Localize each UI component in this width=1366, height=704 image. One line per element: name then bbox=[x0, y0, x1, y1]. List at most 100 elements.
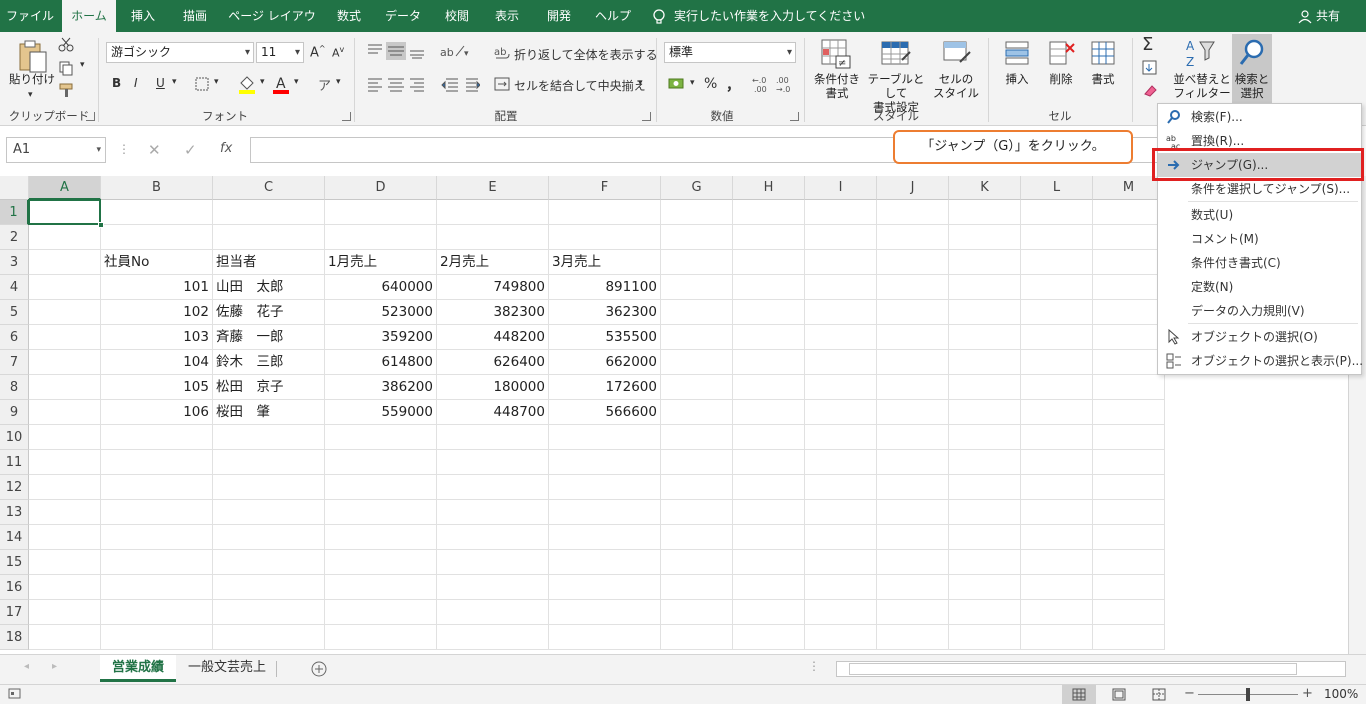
cell[interactable] bbox=[949, 575, 1021, 600]
cell[interactable] bbox=[877, 375, 949, 400]
cell[interactable] bbox=[1093, 550, 1165, 575]
column-header[interactable]: C bbox=[213, 176, 325, 200]
cell[interactable] bbox=[661, 325, 733, 350]
column-header[interactable]: J bbox=[877, 176, 949, 200]
cell[interactable] bbox=[101, 525, 213, 550]
row-header[interactable]: 16 bbox=[0, 575, 29, 600]
tab-formulas[interactable]: 数式 bbox=[326, 0, 372, 32]
macro-record-icon[interactable] bbox=[8, 688, 22, 700]
row-header[interactable]: 12 bbox=[0, 475, 29, 500]
font-name-combo[interactable]: 游ゴシック ▾ bbox=[106, 42, 254, 63]
italic-button[interactable]: I bbox=[134, 76, 138, 90]
cell[interactable] bbox=[805, 575, 877, 600]
number-format-combo[interactable]: 標準 ▾ bbox=[664, 42, 796, 63]
cell[interactable] bbox=[29, 275, 101, 300]
cell[interactable] bbox=[877, 200, 949, 225]
data-cell[interactable]: 382300 bbox=[437, 300, 549, 325]
merge-dropdown-icon[interactable]: ▾ bbox=[638, 78, 643, 88]
data-cell[interactable]: 614800 bbox=[325, 350, 437, 375]
cell[interactable] bbox=[1021, 375, 1093, 400]
fill-color-dropdown-icon[interactable]: ▾ bbox=[260, 77, 265, 87]
data-cell[interactable]: 山田 太郎 bbox=[213, 275, 325, 300]
underline-dropdown-icon[interactable]: ▾ bbox=[172, 77, 177, 87]
cell[interactable] bbox=[877, 250, 949, 275]
row-header[interactable]: 9 bbox=[0, 400, 29, 425]
cell[interactable] bbox=[325, 425, 437, 450]
column-header[interactable]: F bbox=[549, 176, 661, 200]
fill-handle[interactable] bbox=[98, 222, 104, 228]
delete-cells-button[interactable]: 削除 bbox=[1040, 72, 1082, 86]
cell[interactable] bbox=[325, 225, 437, 250]
cell[interactable] bbox=[437, 575, 549, 600]
cell[interactable] bbox=[549, 600, 661, 625]
clipboard-launcher-icon[interactable] bbox=[86, 112, 95, 121]
cell[interactable] bbox=[101, 225, 213, 250]
sheet-tab-literature[interactable]: 一般文芸売上 bbox=[180, 655, 274, 682]
header-cell[interactable]: 2月売上 bbox=[437, 250, 549, 275]
cell[interactable] bbox=[1093, 250, 1165, 275]
data-cell[interactable]: 桜田 肇 bbox=[213, 400, 325, 425]
cell[interactable] bbox=[1021, 250, 1093, 275]
row-header[interactable]: 10 bbox=[0, 425, 29, 450]
percent-button[interactable]: % bbox=[704, 76, 717, 92]
cell[interactable] bbox=[877, 275, 949, 300]
data-cell[interactable]: 566600 bbox=[549, 400, 661, 425]
cell[interactable] bbox=[949, 300, 1021, 325]
cell[interactable] bbox=[661, 575, 733, 600]
cell[interactable] bbox=[877, 500, 949, 525]
data-cell[interactable]: 斉藤 一郎 bbox=[213, 325, 325, 350]
cell[interactable] bbox=[661, 375, 733, 400]
menu-item-selection-pane[interactable]: オブジェクトの選択と表示(P)... bbox=[1158, 349, 1363, 373]
cell[interactable] bbox=[949, 225, 1021, 250]
cell[interactable] bbox=[29, 225, 101, 250]
cell[interactable] bbox=[29, 625, 101, 650]
cell[interactable] bbox=[549, 475, 661, 500]
data-cell[interactable]: 172600 bbox=[549, 375, 661, 400]
row-header[interactable]: 11 bbox=[0, 450, 29, 475]
cell[interactable] bbox=[949, 375, 1021, 400]
cell[interactable] bbox=[877, 600, 949, 625]
data-cell[interactable]: 891100 bbox=[549, 275, 661, 300]
cell[interactable] bbox=[29, 250, 101, 275]
tab-data[interactable]: データ bbox=[378, 0, 428, 32]
cell[interactable] bbox=[949, 350, 1021, 375]
row-header[interactable]: 18 bbox=[0, 625, 29, 650]
cell[interactable] bbox=[325, 625, 437, 650]
cell[interactable] bbox=[805, 200, 877, 225]
cell[interactable] bbox=[949, 325, 1021, 350]
cell[interactable] bbox=[1093, 450, 1165, 475]
borders-icon[interactable] bbox=[194, 76, 210, 92]
cell[interactable] bbox=[1021, 575, 1093, 600]
menu-item-option-8[interactable]: データの入力規則(V) bbox=[1158, 299, 1361, 323]
cell[interactable] bbox=[325, 475, 437, 500]
cell[interactable] bbox=[29, 400, 101, 425]
cell[interactable] bbox=[437, 225, 549, 250]
data-cell[interactable]: 448700 bbox=[437, 400, 549, 425]
cell[interactable] bbox=[661, 625, 733, 650]
cell[interactable] bbox=[661, 450, 733, 475]
data-cell[interactable]: 362300 bbox=[549, 300, 661, 325]
currency-dropdown-icon[interactable]: ▾ bbox=[690, 78, 695, 88]
fill-icon[interactable] bbox=[1142, 60, 1158, 76]
cell[interactable] bbox=[29, 300, 101, 325]
cell[interactable] bbox=[733, 550, 805, 575]
cell[interactable] bbox=[437, 525, 549, 550]
cell[interactable] bbox=[437, 600, 549, 625]
row-header[interactable]: 8 bbox=[0, 375, 29, 400]
indent-icon[interactable] bbox=[440, 76, 480, 92]
font-launcher-icon[interactable] bbox=[342, 112, 351, 121]
add-sheet-icon[interactable] bbox=[310, 660, 328, 678]
increase-decimal-icon[interactable]: ←.0.00 bbox=[752, 74, 772, 94]
cell[interactable] bbox=[661, 200, 733, 225]
cell[interactable] bbox=[213, 625, 325, 650]
cell[interactable] bbox=[29, 475, 101, 500]
cell[interactable] bbox=[877, 225, 949, 250]
cell[interactable] bbox=[213, 600, 325, 625]
cell[interactable] bbox=[949, 600, 1021, 625]
cell[interactable] bbox=[805, 325, 877, 350]
sort-filter-icon[interactable]: AZ bbox=[1184, 36, 1216, 70]
copy-dropdown-icon[interactable]: ▾ bbox=[80, 60, 85, 70]
menu-item-search[interactable]: 検索(F)... bbox=[1158, 105, 1361, 129]
cell[interactable] bbox=[29, 575, 101, 600]
cell[interactable] bbox=[213, 475, 325, 500]
